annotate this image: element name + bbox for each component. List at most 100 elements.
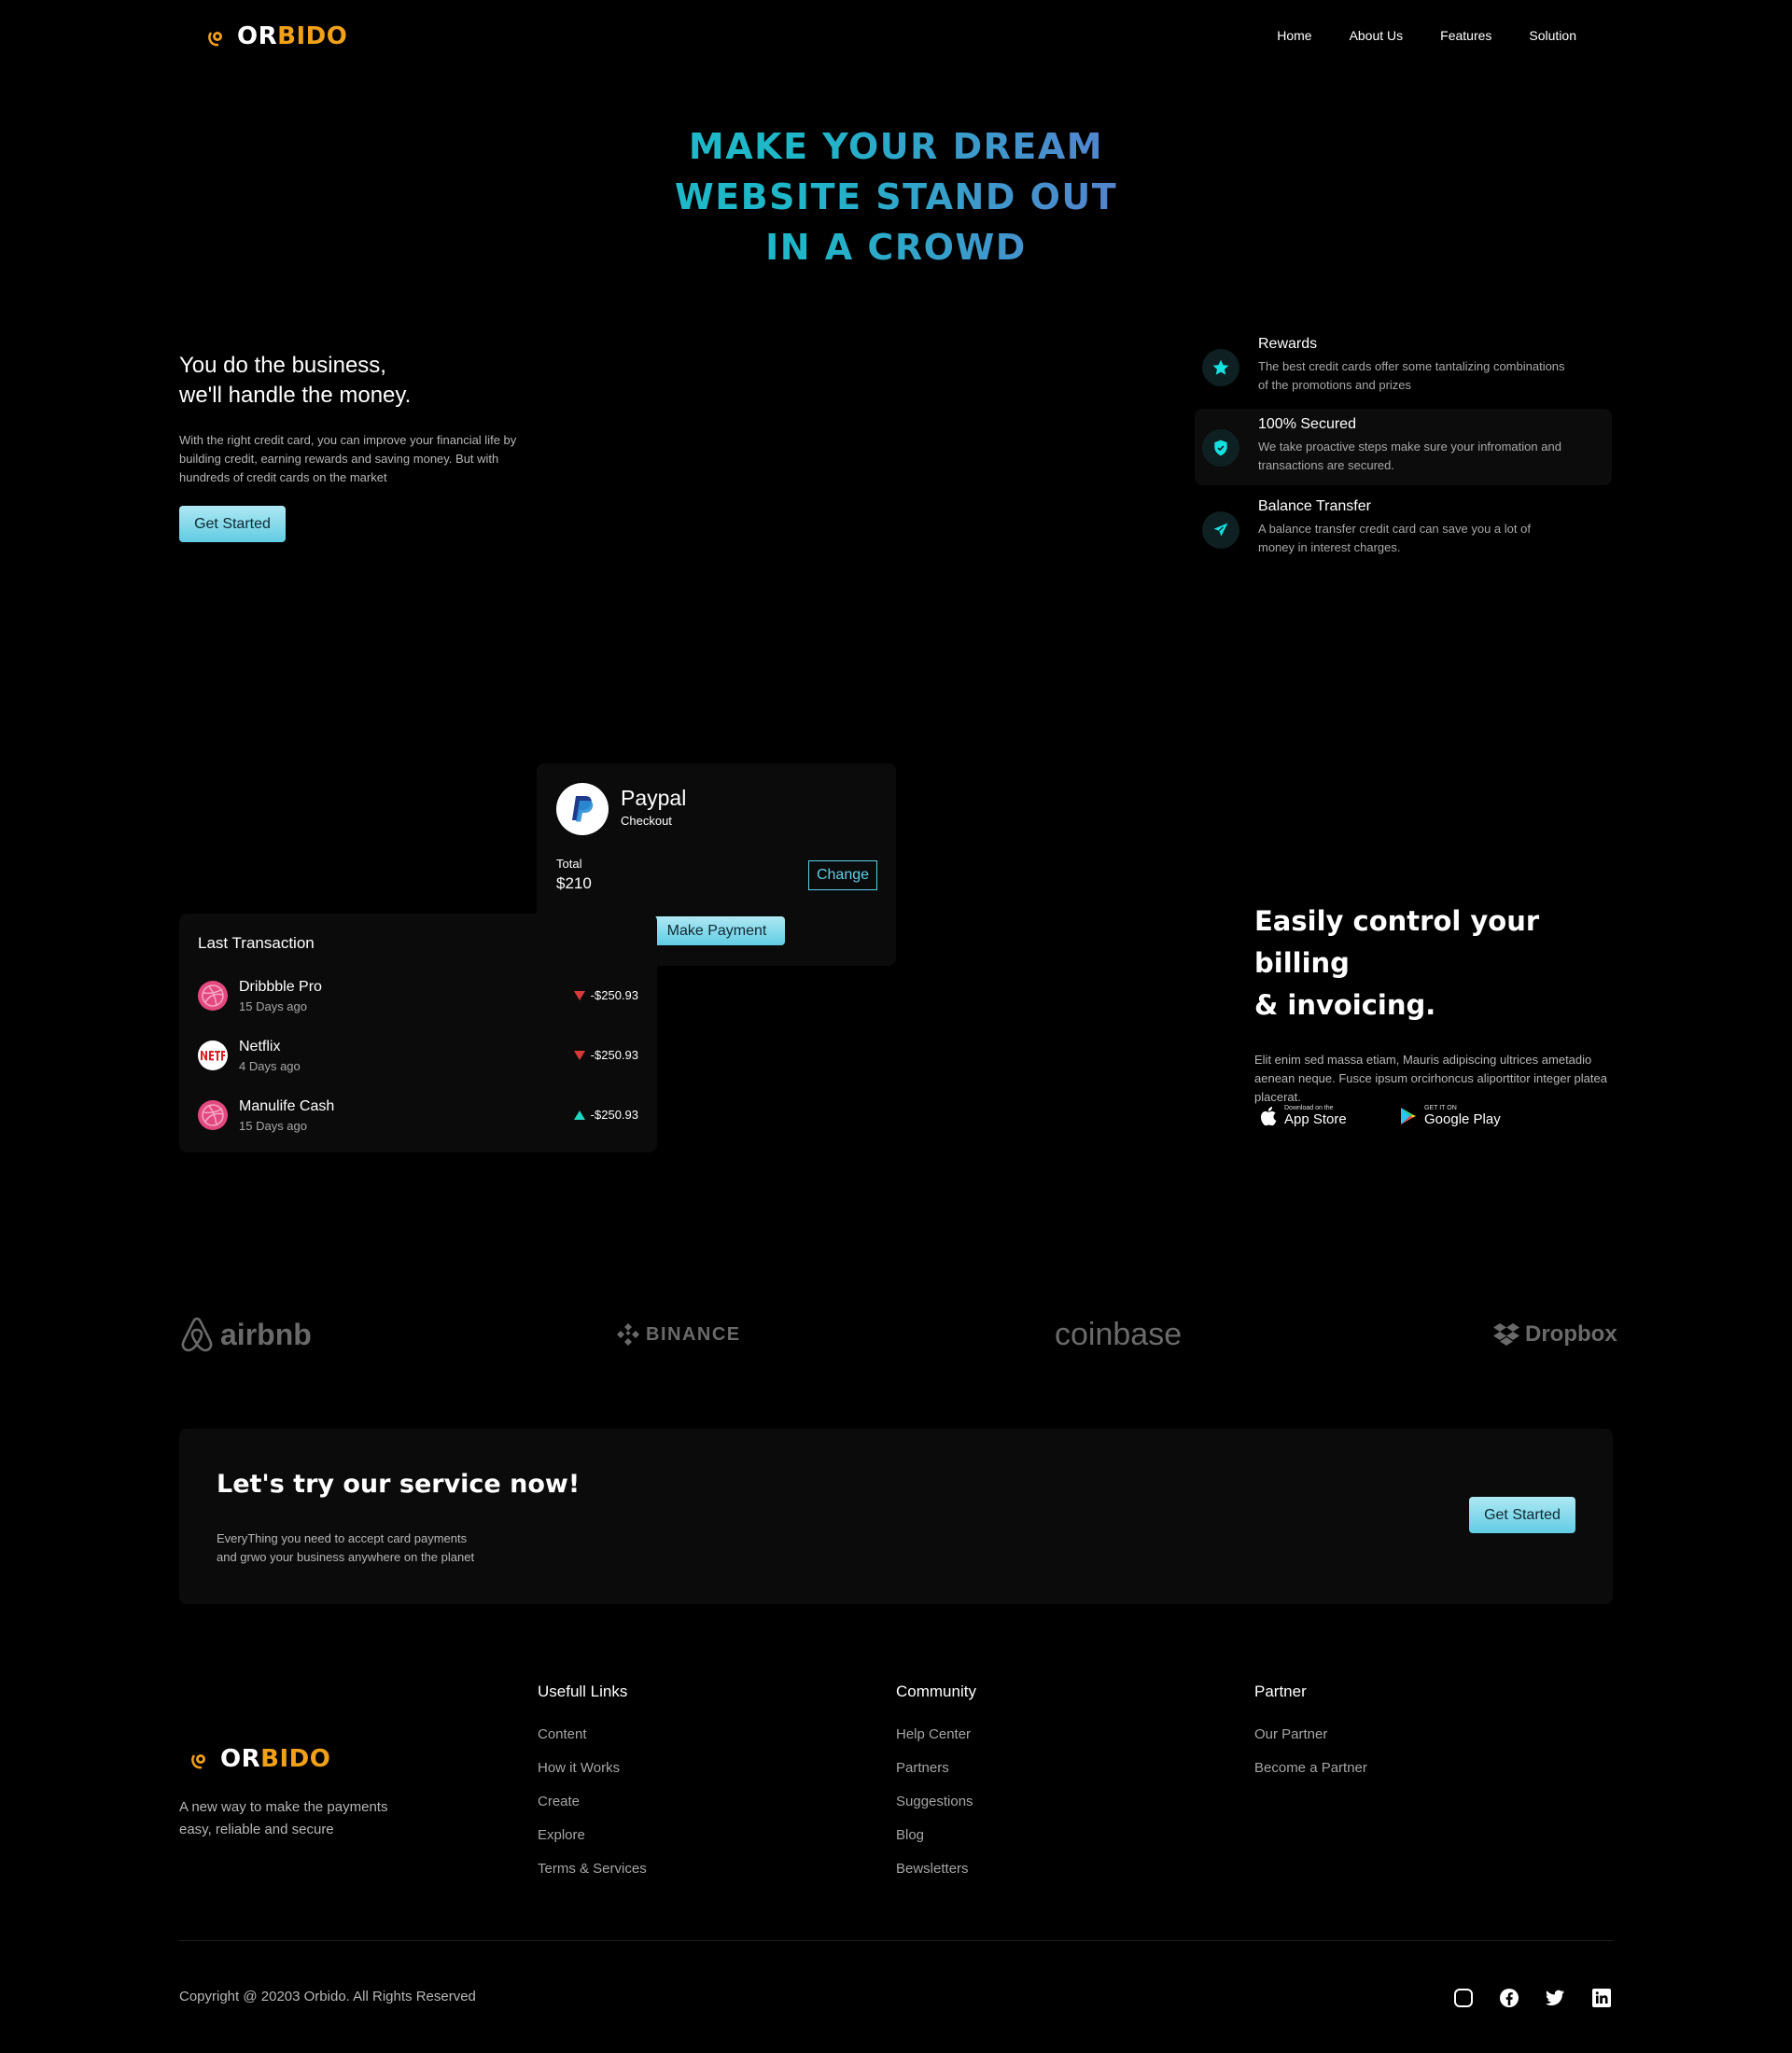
footer-link-become-partner[interactable]: Become a Partner — [1254, 1760, 1367, 1776]
app-store-big: App Store — [1284, 1111, 1347, 1127]
partner-name: Dropbox — [1525, 1321, 1617, 1347]
hero-line-2: WEBSITE STAND OUT — [0, 172, 1792, 222]
footer-column-title-partner: Partner — [1254, 1683, 1307, 1700]
last-transaction-title: Last Transaction — [198, 934, 315, 952]
intro-text: With the right credit card, you can impr… — [179, 433, 517, 484]
logo-icon — [208, 32, 222, 47]
footer-link-bewsletters[interactable]: Bewsletters — [896, 1861, 969, 1877]
footer-link-partners[interactable]: Partners — [896, 1760, 949, 1776]
billing-section: Easily control your billing & invoicing.… — [1254, 901, 1628, 1107]
footer-link-create[interactable]: Create — [538, 1794, 580, 1809]
google-play-button[interactable]: GET IT ON Google Play — [1400, 1105, 1501, 1127]
footer-link-terms[interactable]: Terms & Services — [538, 1861, 647, 1877]
change-button[interactable]: Change — [808, 860, 877, 890]
cta-text-line2: and grwo your business anywhere on the p… — [217, 1550, 475, 1564]
google-play-big: Google Play — [1424, 1111, 1501, 1127]
feature-secured: 100% Secured We take proactive steps mak… — [1195, 409, 1612, 485]
brand-name-part2: BIDO — [260, 1745, 331, 1773]
total-value: $210 — [556, 874, 592, 892]
google-play-icon — [1401, 1108, 1416, 1124]
twitter-icon[interactable] — [1545, 1988, 1565, 2008]
footer-column-title-community: Community — [896, 1683, 976, 1700]
footer-tagline-line2: easy, reliable and secure — [179, 1822, 334, 1837]
transaction-time: 15 Days ago — [239, 1119, 307, 1133]
intro-title-line2: we'll handle the money. — [179, 383, 412, 408]
transaction-time: 4 Days ago — [239, 1059, 301, 1073]
airbnb-icon — [181, 1317, 213, 1352]
billing-text: Elit enim sed massa etiam, Mauris adipis… — [1254, 1053, 1607, 1104]
app-store-button[interactable]: Download on the App Store — [1260, 1105, 1347, 1127]
brand-name-part2: BIDO — [277, 22, 348, 50]
footer-logo[interactable]: ORBIDO — [189, 1745, 330, 1773]
get-started-button[interactable]: Get Started — [179, 506, 286, 542]
transaction-name: Dribbble Pro — [239, 979, 322, 995]
hero-title: MAKE YOUR DREAM WEBSITE STAND OUT IN A C… — [0, 121, 1792, 272]
footer-link-explore[interactable]: Explore — [538, 1827, 585, 1843]
paypal-title: Paypal — [621, 786, 687, 810]
copyright: Copyright @ 20203 Orbido. All Rights Res… — [179, 1989, 476, 2004]
transaction-amount: -$250.93 — [573, 1048, 638, 1062]
cta-section: Let's try our service now! EveryThing yo… — [179, 1429, 1613, 1604]
transaction-time: 15 Days ago — [239, 999, 307, 1013]
feature-title: Rewards — [1258, 336, 1318, 352]
hero-line-1: MAKE YOUR DREAM — [0, 121, 1792, 172]
partner-airbnb: airbnb — [179, 1311, 312, 1358]
partner-name: BINANCE — [646, 1323, 741, 1345]
cta-title: Let's try our service now! — [217, 1470, 581, 1499]
dribbble-icon — [198, 1100, 228, 1130]
feature-balance-transfer: Balance Transfer A balance transfer cred… — [1195, 491, 1612, 567]
facebook-icon[interactable] — [1499, 1988, 1519, 2008]
intro-title-line1: You do the business, — [179, 353, 386, 378]
total-label: Total — [556, 857, 582, 871]
footer-link-content[interactable]: Content — [538, 1726, 587, 1742]
transaction-amount: -$250.93 — [573, 988, 638, 1002]
nav-about-us[interactable]: About Us — [1350, 28, 1404, 43]
netflix-icon — [198, 1040, 228, 1070]
shield-icon — [1202, 429, 1239, 467]
dropbox-icon — [1493, 1323, 1519, 1346]
apple-icon — [1260, 1107, 1277, 1125]
billing-title-line2: & invoicing. — [1254, 989, 1436, 1021]
paypal-subtitle: Checkout — [621, 814, 672, 828]
nav-home[interactable]: Home — [1277, 28, 1311, 43]
instagram-icon[interactable] — [1453, 1988, 1474, 2008]
transaction-name: Netflix — [239, 1039, 281, 1054]
transaction-row[interactable]: Dribbble Pro 15 Days ago -$250.93 — [198, 973, 638, 1020]
footer-tagline-line1: A new way to make the payments — [179, 1799, 388, 1815]
partner-binance: BINANCE — [616, 1311, 741, 1358]
footer-link-suggestions[interactable]: Suggestions — [896, 1794, 973, 1809]
partner-coinbase: coinbase — [1055, 1311, 1182, 1358]
arrow-down-icon — [573, 1050, 585, 1060]
transaction-amount-value: -$250.93 — [590, 988, 638, 1002]
transaction-amount-value: -$250.93 — [590, 1108, 638, 1122]
cta-get-started-button[interactable]: Get Started — [1469, 1497, 1575, 1533]
dribbble-icon — [198, 981, 228, 1011]
nav-features[interactable]: Features — [1440, 28, 1491, 43]
intro-section: You do the business, we'll handle the mo… — [179, 351, 553, 487]
nav-solution[interactable]: Solution — [1529, 28, 1576, 43]
make-payment-button[interactable]: Make Payment — [649, 916, 785, 945]
logo-icon — [191, 1754, 205, 1769]
footer-link-blog[interactable]: Blog — [896, 1827, 924, 1843]
footer-link-how-it-works[interactable]: How it Works — [538, 1760, 620, 1776]
arrow-up-icon — [573, 1110, 585, 1120]
star-icon — [1202, 349, 1239, 386]
cta-text-line1: EveryThing you need to accept card payme… — [217, 1531, 468, 1545]
transaction-name: Manulife Cash — [239, 1098, 335, 1114]
binance-icon — [617, 1323, 639, 1346]
footer-link-our-partner[interactable]: Our Partner — [1254, 1726, 1327, 1742]
feature-rewards: Rewards The best credit cards offer some… — [1195, 328, 1612, 405]
hero-line-3: IN A CROWD — [0, 222, 1792, 272]
feature-desc: A balance transfer credit card can save … — [1258, 522, 1531, 554]
brand-name-part1: OR — [237, 22, 278, 50]
send-icon — [1202, 511, 1239, 549]
footer-link-help-center[interactable]: Help Center — [896, 1726, 971, 1742]
last-transaction-card: Last Transaction Dribbble Pro 15 Days ag… — [179, 914, 657, 1152]
logo[interactable]: ORBIDO — [205, 22, 347, 50]
transaction-row[interactable]: Manulife Cash 15 Days ago -$250.93 — [198, 1093, 638, 1139]
partner-name: airbnb — [220, 1317, 312, 1351]
brand-name-part1: OR — [220, 1745, 261, 1773]
linkedin-icon[interactable] — [1591, 1988, 1612, 2008]
feature-title: Balance Transfer — [1258, 498, 1371, 514]
transaction-row[interactable]: Netflix 4 Days ago -$250.93 — [198, 1033, 638, 1080]
